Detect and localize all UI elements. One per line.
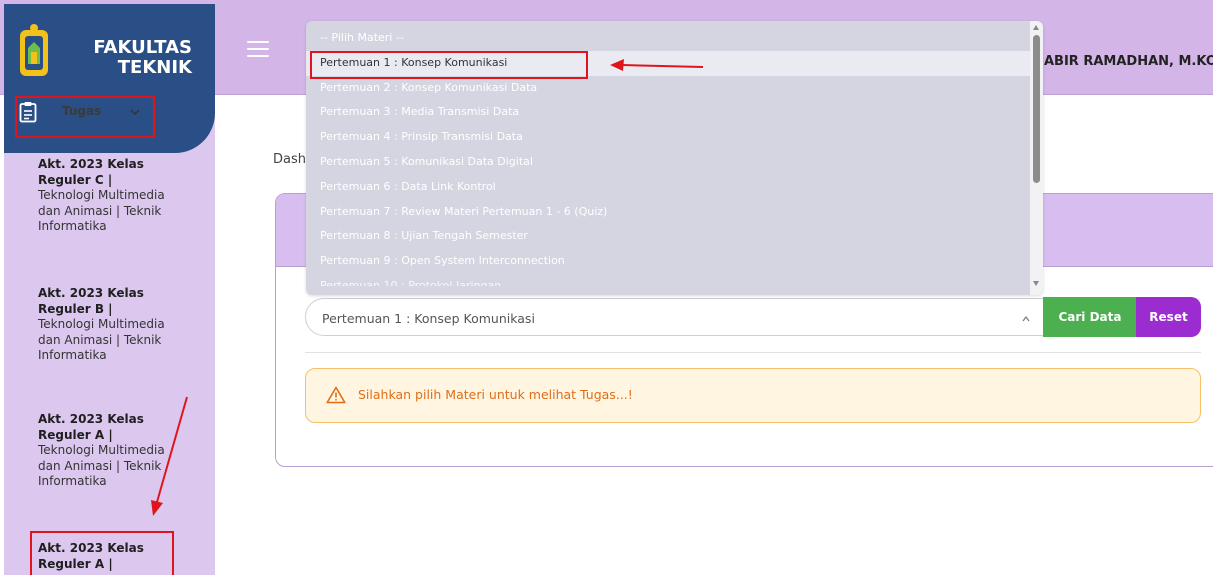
hamburger-icon[interactable] bbox=[247, 41, 269, 59]
dropdown-option[interactable]: Pertemuan 10 : Protokol Jaringan bbox=[306, 274, 1030, 286]
menu-highlight-box: Tugas bbox=[15, 96, 155, 138]
dropdown-option[interactable]: Pertemuan 7 : Review Materi Pertemuan 1 … bbox=[306, 200, 1030, 225]
user-name[interactable]: ABIR RAMADHAN, M.KOM. bbox=[1044, 54, 1213, 69]
chevron-up-icon bbox=[1022, 316, 1030, 322]
sidebar-item-class-c[interactable]: Akt. 2023 Kelas Reguler C | Teknologi Mu… bbox=[38, 157, 178, 235]
brand-block[interactable]: FAKULTAS TEKNIK bbox=[4, 4, 215, 95]
brand-text: FAKULTAS TEKNIK bbox=[82, 38, 192, 78]
faculty-logo bbox=[20, 24, 48, 76]
sidebar-item-class-a[interactable]: Akt. 2023 Kelas Reguler A | Teknologi Mu… bbox=[38, 412, 178, 490]
search-button[interactable]: Cari Data bbox=[1043, 297, 1137, 337]
sidebar-item-title: Akt. 2023 Kelas Reguler C | bbox=[38, 157, 144, 187]
scroll-down-icon[interactable] bbox=[1033, 281, 1039, 286]
sidebar-item-title: Akt. 2023 Kelas Reguler B | bbox=[38, 286, 144, 316]
sidebar-item-desc: Teknologi Multimedia dan Animasi | Tekni… bbox=[38, 188, 165, 233]
reset-button[interactable]: Reset bbox=[1136, 297, 1201, 337]
dropdown-option[interactable]: Pertemuan 3 : Media Transmisi Data bbox=[306, 100, 1030, 125]
scroll-up-icon[interactable] bbox=[1033, 25, 1039, 30]
highlight-box-sidebar bbox=[30, 531, 174, 575]
alert-text: Silahkan pilih Materi untuk melihat Tuga… bbox=[358, 387, 633, 402]
brand-line1: FAKULTAS bbox=[93, 37, 192, 58]
dropdown-option[interactable]: Pertemuan 9 : Open System Interconnectio… bbox=[306, 249, 1030, 274]
warning-icon bbox=[326, 386, 346, 404]
dropdown-scrollbar[interactable] bbox=[1030, 21, 1043, 295]
sidebar-item-desc: Teknologi Multimedia dan Animasi | Tekni… bbox=[38, 317, 165, 362]
dropdown-option[interactable]: Pertemuan 8 : Ujian Tengah Semester bbox=[306, 224, 1030, 249]
breadcrumb[interactable]: Dash bbox=[273, 152, 306, 167]
sidebar-menu-tugas[interactable]: Tugas bbox=[4, 95, 215, 153]
dropdown-option[interactable]: Pertemuan 2 : Konsep Komunikasi Data bbox=[306, 76, 1030, 101]
brand-line2: TEKNIK bbox=[117, 57, 192, 78]
divider bbox=[305, 352, 1201, 353]
dropdown-option[interactable]: Pertemuan 4 : Prinsip Transmisi Data bbox=[306, 125, 1030, 150]
sidebar-item-desc: Teknologi Multimedia dan Animasi | Tekni… bbox=[38, 443, 165, 488]
materi-select[interactable]: Pertemuan 1 : Konsep Komunikasi bbox=[305, 298, 1045, 336]
dropdown-option[interactable]: Pertemuan 5 : Komunikasi Data Digital bbox=[306, 150, 1030, 175]
menu-label: Tugas bbox=[62, 104, 102, 118]
chevron-down-icon bbox=[130, 109, 140, 116]
scrollbar-thumb[interactable] bbox=[1033, 35, 1040, 183]
select-value: Pertemuan 1 : Konsep Komunikasi bbox=[322, 311, 535, 326]
clipboard-icon bbox=[19, 102, 37, 123]
dropdown-option[interactable]: -- Pilih Materi -- bbox=[306, 26, 1030, 51]
alert-box: Silahkan pilih Materi untuk melihat Tuga… bbox=[305, 368, 1201, 423]
sidebar-item-title: Akt. 2023 Kelas Reguler A | bbox=[38, 412, 144, 442]
dropdown-option[interactable]: Pertemuan 6 : Data Link Kontrol bbox=[306, 175, 1030, 200]
sidebar-item-class-b[interactable]: Akt. 2023 Kelas Reguler B | Teknologi Mu… bbox=[38, 286, 178, 364]
highlight-box-option bbox=[310, 51, 588, 79]
